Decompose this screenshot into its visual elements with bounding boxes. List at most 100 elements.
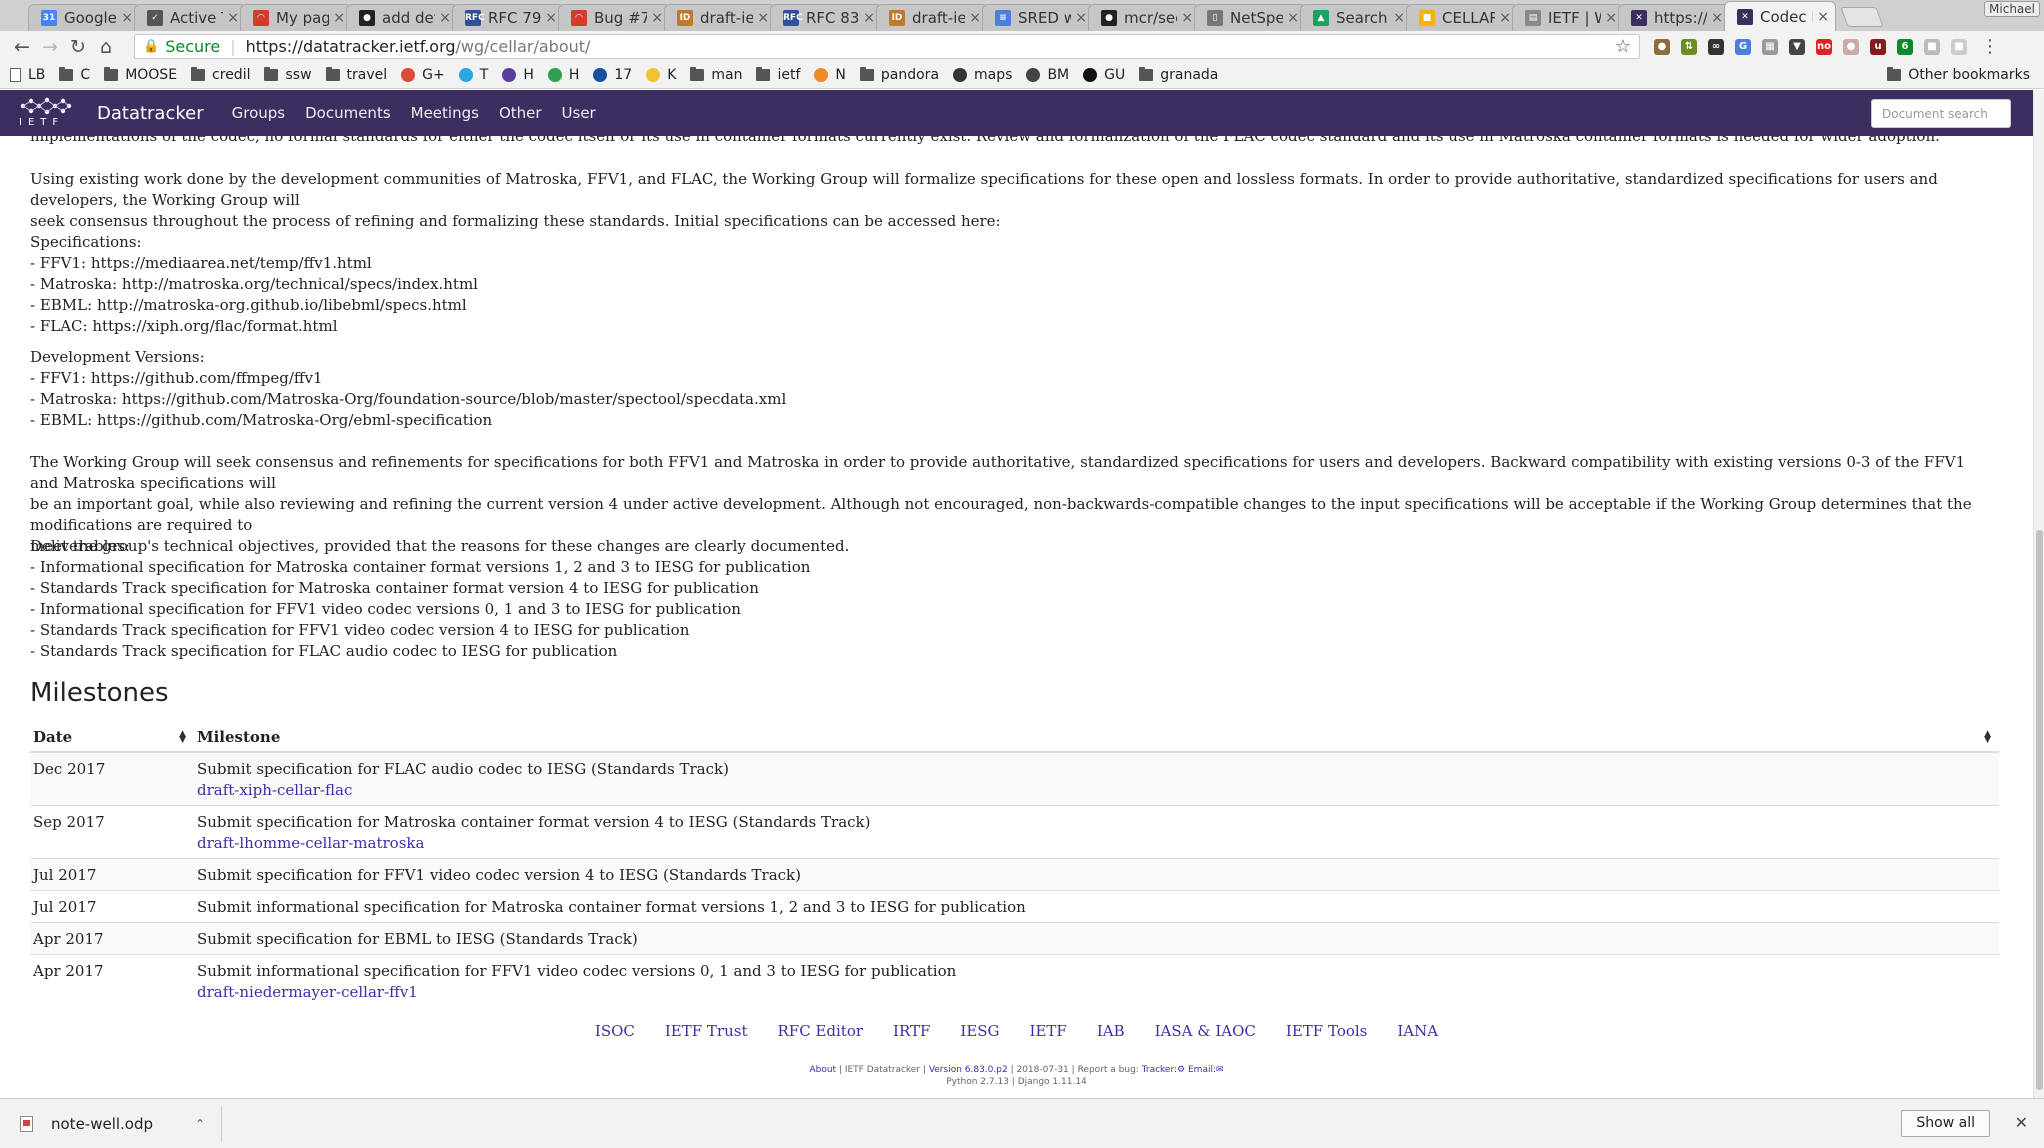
tab-close-icon[interactable]: × — [439, 10, 451, 26]
extension-icon[interactable]: ● — [1654, 38, 1670, 55]
nav-other[interactable]: Other — [499, 104, 542, 122]
browser-tab[interactable]: ✓ Active T× — [134, 4, 246, 31]
bookmark-h[interactable]: H — [547, 67, 579, 83]
sort-icon[interactable]: ▲ ▼ — [179, 730, 186, 745]
footer-tracker-link[interactable]: Tracker:⚙ — [1142, 1065, 1185, 1075]
bookmark-g-[interactable]: G+ — [401, 67, 445, 83]
page-scrollbar[interactable] — [2033, 90, 2044, 1098]
browser-tab[interactable]: ● add det × — [346, 4, 458, 31]
browser-tab[interactable]: ■ CELLAR × — [1406, 4, 1518, 31]
scrollbar-thumb[interactable] — [2036, 530, 2043, 1090]
browser-tab[interactable]: ● mcr/sec× — [1088, 4, 1200, 31]
extension-icon[interactable]: ■ — [1951, 38, 1967, 55]
ublock-icon[interactable]: u — [1870, 38, 1886, 55]
browser-menu-icon[interactable]: ⋮ — [1981, 36, 1999, 57]
browser-tab[interactable]: ◠ Bug #7 × — [558, 4, 670, 31]
home-icon[interactable]: ⌂ — [92, 36, 120, 58]
show-all-downloads-button[interactable]: Show all — [1901, 1110, 1990, 1137]
tab-close-icon[interactable]: × — [545, 10, 557, 26]
tab-close-icon[interactable]: × — [1817, 9, 1829, 25]
footer-link-irtf[interactable]: IRTF — [893, 1022, 930, 1040]
milestone-draft-link[interactable]: draft-xiph-cellar-flac — [197, 780, 1996, 801]
tab-close-icon[interactable]: × — [969, 10, 981, 26]
bookmark-moose[interactable]: MOOSE — [104, 67, 177, 83]
counter-icon[interactable]: 6 — [1897, 38, 1913, 55]
browser-tab[interactable]: ✕ https://d× — [1618, 4, 1730, 31]
bookmark-man[interactable]: man — [690, 67, 742, 83]
bookmark-lb[interactable]: LB — [10, 67, 45, 83]
footer-link-ietf[interactable]: IETF — [1030, 1022, 1067, 1040]
bookmark-star-icon[interactable]: ☆ — [1615, 36, 1631, 57]
bookmark-gu[interactable]: GU — [1083, 67, 1125, 83]
bookmark-n[interactable]: N — [814, 67, 846, 83]
tab-close-icon[interactable]: × — [1181, 10, 1193, 26]
footer-version-link[interactable]: Version 6.83.0.p2 — [929, 1065, 1008, 1075]
bookmark-k[interactable]: K — [646, 67, 676, 83]
tab-close-icon[interactable]: × — [651, 10, 663, 26]
footer-link-iesg[interactable]: IESG — [960, 1022, 999, 1040]
nav-documents[interactable]: Documents — [305, 104, 391, 122]
browser-tab[interactable]: ▯ NetSpe × — [1194, 4, 1306, 31]
back-icon[interactable]: ← — [8, 36, 36, 58]
nav-user[interactable]: User — [562, 104, 596, 122]
browser-tab[interactable]: 31 Google × — [28, 4, 140, 31]
bookmark-ssw[interactable]: ssw — [264, 67, 312, 83]
nav-groups[interactable]: Groups — [232, 104, 285, 122]
browser-tab[interactable]: ▲ Search × — [1300, 4, 1412, 31]
tab-close-icon[interactable]: × — [1499, 10, 1511, 26]
bookmark-t[interactable]: T — [458, 67, 488, 83]
chevron-up-icon[interactable]: ⌃ — [195, 1117, 205, 1131]
footer-link-rfc-editor[interactable]: RFC Editor — [778, 1022, 864, 1040]
bookmark-ietf[interactable]: ietf — [756, 67, 800, 83]
column-header-date[interactable]: Date ▲ ▼ — [30, 723, 194, 753]
browser-tab[interactable]: RFCRFC 834× — [770, 4, 882, 31]
address-bar[interactable]: 🔒 Secure | https://datatracker.ietf.org /… — [134, 34, 1640, 59]
nav-meetings[interactable]: Meetings — [411, 104, 479, 122]
footer-about-link[interactable]: About — [809, 1065, 836, 1075]
sort-icon[interactable]: ▲ ▼ — [1984, 730, 1991, 745]
bookmark-travel[interactable]: travel — [325, 67, 387, 83]
bookmark-maps[interactable]: maps — [953, 67, 1012, 83]
tab-close-icon[interactable]: × — [1711, 10, 1723, 26]
tab-close-icon[interactable]: × — [1605, 10, 1617, 26]
noscript-icon[interactable]: no — [1816, 38, 1832, 55]
tab-close-icon[interactable]: × — [863, 10, 875, 26]
bookmark-granada[interactable]: granada — [1139, 67, 1218, 83]
tab-close-icon[interactable]: × — [1393, 10, 1405, 26]
navbar-brand[interactable]: Datatracker — [97, 103, 204, 124]
browser-tab[interactable]: ◠ My page× — [240, 4, 352, 31]
milestone-draft-link[interactable]: draft-niedermayer-cellar-ffv1 — [197, 982, 1996, 1003]
translate-icon[interactable]: G — [1735, 38, 1751, 55]
tab-close-icon[interactable]: × — [227, 10, 239, 26]
footer-link-iana[interactable]: IANA — [1397, 1022, 1438, 1040]
close-icon[interactable]: ✕ — [2015, 1113, 2028, 1132]
browser-tab[interactable]: ✕ Codec E× — [1724, 1, 1836, 31]
column-header-milestone[interactable]: Milestone ▲ ▼ — [194, 723, 1999, 753]
link-icon[interactable]: ∞ — [1708, 38, 1724, 55]
tab-close-icon[interactable]: × — [1075, 10, 1087, 26]
tab-close-icon[interactable]: × — [121, 10, 133, 26]
reload-icon[interactable]: ↻ — [64, 36, 92, 58]
browser-tab[interactable]: RFCRFC 795× — [452, 4, 564, 31]
browser-tab[interactable]: ID draft-iet× — [876, 4, 988, 31]
milestone-draft-link[interactable]: draft-lhomme-cellar-matroska — [197, 833, 1996, 854]
bookmark-pandora[interactable]: pandora — [859, 67, 939, 83]
bookmark-h[interactable]: H — [502, 67, 534, 83]
bookmark-c[interactable]: C — [59, 67, 90, 83]
footer-link-iab[interactable]: IAB — [1097, 1022, 1125, 1040]
extension-icon[interactable]: ▦ — [1762, 38, 1778, 55]
new-tab-button[interactable] — [1840, 7, 1884, 27]
forward-icon[interactable]: → — [36, 36, 64, 58]
profile-badge[interactable]: Michael — [1984, 1, 2040, 17]
bookmark-17[interactable]: 17 — [593, 67, 632, 83]
bookmark-bm[interactable]: BM — [1026, 67, 1069, 83]
ietf-logo[interactable]: IETF — [17, 94, 73, 132]
footer-link-ietf-trust[interactable]: IETF Trust — [665, 1022, 748, 1040]
extension-icon[interactable]: ■ — [1924, 38, 1940, 55]
tab-close-icon[interactable]: × — [333, 10, 345, 26]
other-bookmarks[interactable]: Other bookmarks — [1887, 67, 2030, 83]
browser-tab[interactable]: ID draft-iet× — [664, 4, 776, 31]
bookmark-credil[interactable]: credil — [191, 67, 250, 83]
document-search-input[interactable] — [1871, 99, 2011, 128]
footer-email-link[interactable]: Email:✉ — [1188, 1065, 1224, 1075]
